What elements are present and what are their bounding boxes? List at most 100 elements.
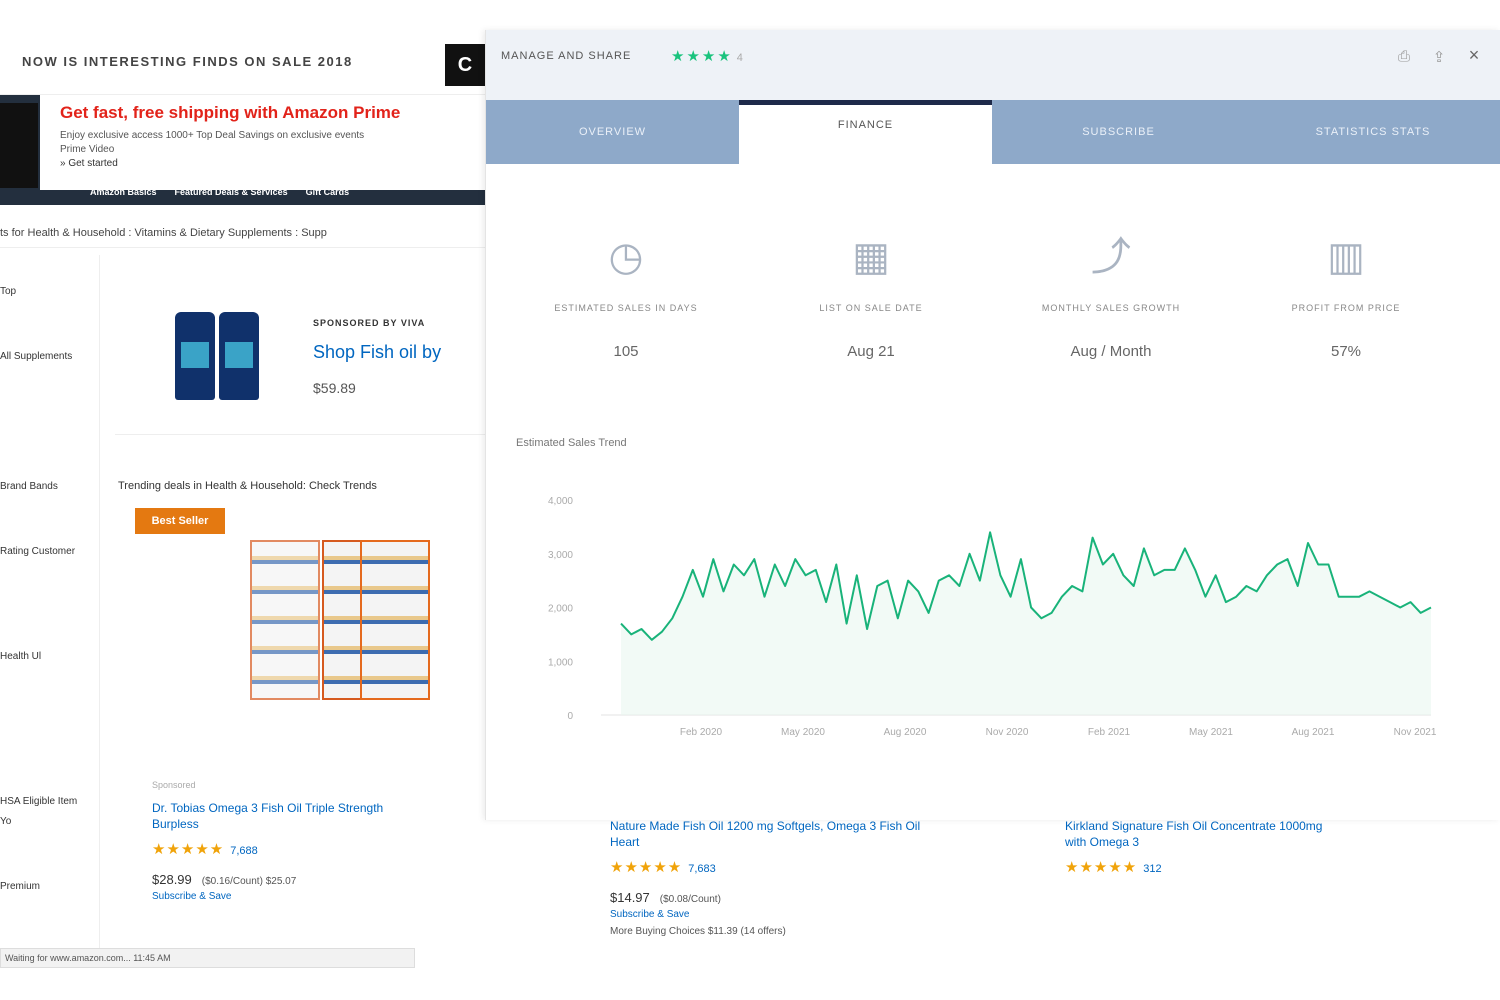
- subscribe-save-link[interactable]: Subscribe & Save: [610, 909, 1050, 920]
- box-shape: [250, 540, 320, 700]
- prime-headline: Get fast, free shipping with Amazon Prim…: [60, 103, 401, 122]
- price-value: $14.97: [610, 890, 650, 905]
- product-price: $28.99 ($0.16/Count) $25.07: [152, 872, 592, 887]
- product-card[interactable]: Nature Made Fish Oil 1200 mg Softgels, O…: [610, 808, 1050, 998]
- calendar-icon: ▦: [852, 235, 890, 279]
- stat-block: ▦ LIST ON SALE DATE Aug 21: [756, 230, 986, 360]
- x-tick-label: May 2021: [1189, 727, 1233, 738]
- extension-panel: MANAGE AND SHARE ★★★★ 4 ⎙ ⇪ × OVERVIEW FI…: [485, 30, 1500, 820]
- price-note: ($0.16/Count) $25.07: [201, 876, 297, 887]
- stat-block: ◷ ESTIMATED SALES IN DAYS 105: [511, 230, 741, 360]
- print-icon[interactable]: ⎙: [1393, 48, 1415, 65]
- sponsored-brand-block[interactable]: SPONSORED BY VIVA Shop Fish oil by $59.8…: [115, 290, 485, 435]
- deal-badge: Best Seller: [135, 508, 225, 534]
- x-tick-label: Aug 2021: [1292, 727, 1335, 738]
- site-logo[interactable]: C: [445, 44, 485, 86]
- stat-value: 57%: [1330, 343, 1362, 360]
- share-icon[interactable]: ⇪: [1428, 48, 1450, 66]
- bottle-shape: [175, 312, 215, 400]
- product-price: $14.97 ($0.08/Count): [610, 890, 1050, 905]
- y-tick-label: 3,000: [548, 550, 573, 561]
- product-title[interactable]: Nature Made Fish Oil 1200 mg Softgels, O…: [610, 819, 920, 833]
- promo-text: NOW IS INTERESTING FINDS ON SALE 2018: [22, 54, 353, 69]
- prime-subtext: Enjoy exclusive access 1000+ Top Deal Sa…: [60, 130, 365, 141]
- bar-chart-icon: ▥: [1327, 235, 1365, 279]
- product-rating[interactable]: ★★★★★ 7,683: [610, 858, 1050, 876]
- y-tick-label: 2,000: [548, 604, 573, 615]
- stat-label: ESTIMATED SALES IN DAYS: [554, 303, 698, 313]
- sponsored-product-image[interactable]: [175, 312, 265, 402]
- stat-label: LIST ON SALE DATE: [819, 303, 923, 313]
- x-tick-label: Nov 2020: [986, 727, 1029, 738]
- box-shape: [360, 540, 430, 700]
- trend-icon: ⤴: [1091, 235, 1131, 279]
- price-value: $28.99: [152, 872, 192, 887]
- product-card[interactable]: Kirkland Signature Fish Oil Concentrate …: [1065, 808, 1500, 998]
- prime-nav-item[interactable]: Gift Cards: [306, 185, 350, 200]
- panel-header: MANAGE AND SHARE ★★★★ 4 ⎙ ⇪ ×: [486, 30, 1500, 100]
- product-title[interactable]: Kirkland Signature Fish Oil Concentrate …: [1065, 819, 1322, 833]
- trending-label: Trending deals in Health & Household: Ch…: [118, 480, 377, 492]
- breadcrumb[interactable]: ts for Health & Household : Vitamins & D…: [0, 218, 485, 248]
- stat-value: 105: [613, 343, 639, 360]
- product-title-link[interactable]: Kirkland Signature Fish Oil Concentrate …: [1065, 818, 1500, 850]
- subscribe-save-link[interactable]: Subscribe & Save: [152, 891, 592, 902]
- rail-item[interactable]: Health Ul: [0, 650, 95, 663]
- sponsor-title-link[interactable]: Shop Fish oil by: [313, 342, 441, 363]
- stats-row: ◷ ESTIMATED SALES IN DAYS 105 ▦ LIST ON …: [511, 230, 1481, 380]
- product-rating[interactable]: ★★★★★ 312: [1065, 858, 1500, 876]
- product-title[interactable]: Dr. Tobias Omega 3 Fish Oil Triple Stren…: [152, 801, 383, 815]
- prime-nav: Amazon Basics Featured Deals & Services …: [0, 185, 485, 200]
- product-title-cont[interactable]: Burpless: [152, 817, 199, 831]
- y-tick-label: 1,000: [548, 657, 573, 668]
- chart-title: Estimated Sales Trend: [516, 437, 627, 449]
- rail-item[interactable]: All Supplements: [0, 350, 95, 363]
- x-tick-label: Feb 2020: [680, 727, 723, 738]
- clock-icon: ◷: [608, 235, 644, 279]
- tab-overview[interactable]: OVERVIEW: [486, 100, 739, 164]
- prime-card[interactable]: Get fast, free shipping with Amazon Prim…: [40, 95, 485, 190]
- product-box-image[interactable]: [250, 540, 430, 705]
- product-title-cont[interactable]: Heart: [610, 835, 639, 849]
- rail-item[interactable]: Brand Bands: [0, 480, 95, 493]
- y-tick-label: 4,000: [548, 496, 573, 507]
- promo-banner[interactable]: NOW IS INTERESTING FINDS ON SALE 2018: [0, 30, 485, 95]
- prime-nav-item[interactable]: Featured Deals & Services: [175, 185, 288, 200]
- star-icons: ★★★★★: [610, 859, 683, 876]
- review-count[interactable]: 312: [1143, 863, 1161, 875]
- price-note: ($0.08/Count): [659, 894, 721, 905]
- prime-get-started-link[interactable]: » Get started: [60, 157, 465, 171]
- review-count[interactable]: 7,688: [230, 845, 258, 857]
- star-icons: ★★★★★: [1065, 859, 1138, 876]
- tab-bar: OVERVIEW FINANCE SUBSCRIBE STATISTICS ST…: [486, 100, 1500, 164]
- rating-stars[interactable]: ★★★★ 4: [671, 47, 745, 65]
- sponsor-price: $59.89: [313, 380, 356, 396]
- stat-block: ▥ PROFIT FROM PRICE 57%: [1231, 230, 1461, 360]
- tab-statistics[interactable]: STATISTICS STATS: [1245, 100, 1500, 164]
- prime-logo: [0, 103, 38, 188]
- product-title-link[interactable]: Nature Made Fish Oil 1200 mg Softgels, O…: [610, 818, 1050, 850]
- stat-value: Aug / Month: [1070, 343, 1152, 360]
- product-title-cont[interactable]: with Omega 3: [1065, 835, 1139, 849]
- series-area: [621, 532, 1431, 715]
- browser-status-bar: Waiting for www.amazon.com... 11:45 AM: [0, 948, 415, 968]
- stat-value: Aug 21: [847, 343, 895, 360]
- stat-label: MONTHLY SALES GROWTH: [1041, 303, 1181, 313]
- close-icon[interactable]: ×: [1463, 45, 1485, 66]
- review-count[interactable]: 7,683: [688, 863, 716, 875]
- tab-subscribe[interactable]: SUBSCRIBE: [992, 100, 1245, 164]
- stat-label: PROFIT FROM PRICE: [1291, 303, 1401, 313]
- sponsor-label: SPONSORED BY VIVA: [313, 318, 426, 328]
- buying-choices[interactable]: More Buying Choices $11.39 (14 offers): [610, 926, 1050, 937]
- prime-nav-item[interactable]: Amazon Basics: [90, 185, 157, 200]
- sales-trend-chart[interactable]: 0 1,000 2,000 3,000 4,000 Feb 2020 May 2020 Aug…: [506, 470, 1456, 790]
- x-tick-label: May 2020: [781, 727, 825, 738]
- x-tick-label: Nov 2021: [1394, 727, 1437, 738]
- product-rating[interactable]: ★★★★★ 7,688: [152, 840, 592, 858]
- star-icons: ★★★★★: [152, 841, 225, 858]
- rail-item[interactable]: Rating Customer: [0, 545, 95, 558]
- tab-finance[interactable]: FINANCE: [739, 100, 992, 164]
- stat-block: ⤴ MONTHLY SALES GROWTH Aug / Month: [996, 230, 1226, 360]
- prime-subtext-2: Prime Video: [60, 144, 115, 155]
- rail-item[interactable]: Top: [0, 285, 95, 298]
